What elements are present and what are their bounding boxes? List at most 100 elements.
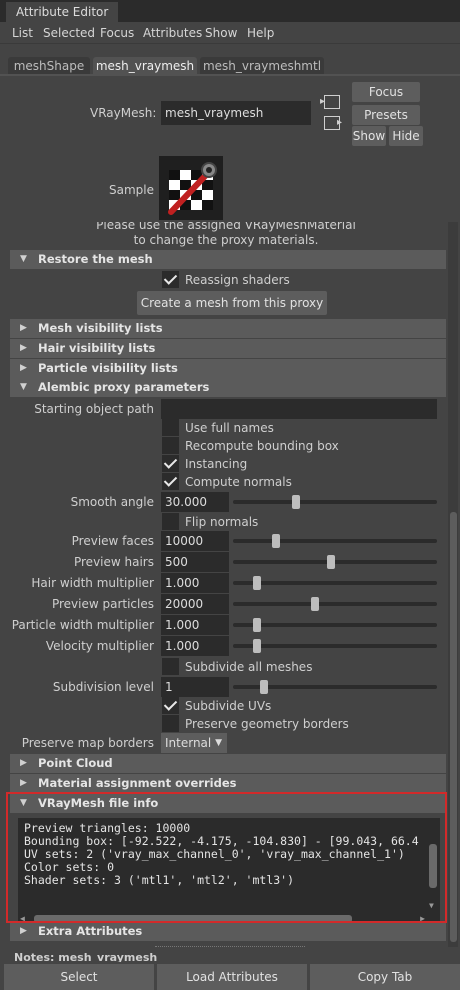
section-mesh-visibility[interactable]: ▶ Mesh visibility lists <box>10 319 446 338</box>
show-button[interactable]: Show <box>352 126 386 146</box>
particle-width-slider[interactable] <box>233 623 437 627</box>
create-mesh-button[interactable]: Create a mesh from this proxy <box>137 291 327 315</box>
select-button[interactable]: Select <box>4 964 154 990</box>
menu-list[interactable]: List <box>12 25 33 41</box>
section-particle-visibility[interactable]: ▶ Particle visibility lists <box>10 359 446 378</box>
reassign-shaders-label: Reassign shaders <box>185 273 290 287</box>
velocity-multiplier-slider-handle[interactable] <box>252 639 261 653</box>
collapsed-arrow-icon: ▶ <box>20 926 27 936</box>
subdivide-all-checkbox[interactable] <box>162 658 179 675</box>
velocity-multiplier-field[interactable]: 1.000 <box>161 636 229 656</box>
proxy-materials-note: Please use the assigned VRayMeshMaterial… <box>6 222 446 248</box>
hair-width-field[interactable]: 1.000 <box>161 573 229 593</box>
node-tabs: meshShape mesh_vraymesh mesh_vraymeshmtl <box>0 55 460 75</box>
tab-mesh-vraymesh[interactable]: mesh_vraymesh <box>93 57 197 75</box>
starting-object-path-field[interactable] <box>161 399 437 419</box>
use-full-names-label: Use full names <box>185 421 274 435</box>
hair-width-label: Hair width multiplier <box>31 576 154 590</box>
preserve-geo-borders-checkbox[interactable] <box>162 715 179 732</box>
flip-normals-checkbox[interactable] <box>162 513 179 530</box>
preserve-map-borders-dropdown[interactable]: Internal ▼ <box>161 733 227 753</box>
preview-faces-label: Preview faces <box>71 534 154 548</box>
window-titlebar: Attribute Editor <box>0 0 460 22</box>
recompute-bbox-checkbox[interactable] <box>162 437 179 454</box>
collapsed-arrow-icon: ▶ <box>20 343 27 353</box>
preview-faces-slider-handle[interactable] <box>272 534 281 548</box>
dropdown-value: Internal <box>165 736 212 750</box>
presets-button[interactable]: Presets <box>352 105 420 125</box>
collapsed-arrow-icon: ▶ <box>20 758 27 768</box>
bottom-buttons: Select Load Attributes Copy Tab <box>0 962 460 990</box>
tab-mesh-vraymeshmtl[interactable]: mesh_vraymeshmtl <box>200 57 324 75</box>
preview-particles-slider-handle[interactable] <box>311 597 320 611</box>
reassign-shaders-checkbox[interactable] <box>162 271 179 288</box>
menu-focus[interactable]: Focus <box>100 25 134 41</box>
section-material-overrides[interactable]: ▶ Material assignment overrides <box>10 774 446 793</box>
menu-bar: List Selected Focus Attributes Show Help <box>0 22 460 44</box>
section-point-cloud[interactable]: ▶ Point Cloud <box>10 754 446 773</box>
particle-width-slider-handle[interactable] <box>252 618 261 632</box>
subdivide-all-label: Subdivide all meshes <box>185 660 313 674</box>
subdivide-uvs-checkbox[interactable] <box>162 697 179 714</box>
subdivide-uvs-label: Subdivide UVs <box>185 699 272 713</box>
preview-hairs-field[interactable]: 500 <box>161 552 229 572</box>
preview-particles-slider[interactable] <box>233 602 437 606</box>
section-alembic-proxy[interactable]: ▼ Alembic proxy parameters <box>10 378 446 397</box>
preview-hairs-label: Preview hairs <box>73 555 154 569</box>
smooth-angle-field[interactable]: 30.000 <box>161 492 229 512</box>
input-connection-icon[interactable]: ▸ <box>320 95 340 109</box>
particle-width-field[interactable]: 1.000 <box>161 615 229 635</box>
instancing-checkbox[interactable] <box>162 455 179 472</box>
smooth-angle-slider-handle[interactable] <box>291 495 300 509</box>
subdivision-level-field[interactable]: 1 <box>161 677 229 697</box>
starting-object-path-label: Starting object path <box>34 402 154 416</box>
section-title: Extra Attributes <box>38 924 143 938</box>
hide-button[interactable]: Hide <box>389 126 423 146</box>
recompute-bbox-label: Recompute bounding box <box>185 439 339 453</box>
collapsed-arrow-icon: ▶ <box>20 363 27 373</box>
menu-show[interactable]: Show <box>205 25 237 41</box>
menu-selected[interactable]: Selected <box>43 25 95 41</box>
node-header: VRayMesh: mesh_vraymesh ▸ ▸ Focus Preset… <box>6 76 450 232</box>
flip-normals-label: Flip normals <box>185 515 259 529</box>
proxy-note-line2: to change the proxy materials. <box>133 233 319 247</box>
menu-attributes[interactable]: Attributes <box>143 25 202 41</box>
compute-normals-checkbox[interactable] <box>162 473 179 490</box>
section-title: Mesh visibility lists <box>38 321 163 335</box>
smooth-angle-slider[interactable] <box>233 500 437 504</box>
chevron-down-icon: ▼ <box>215 738 222 748</box>
smooth-angle-label: Smooth angle <box>70 495 154 509</box>
hair-width-slider-handle[interactable] <box>252 576 261 590</box>
vraymesh-sample-icon <box>168 162 217 215</box>
collapsed-arrow-icon: ▶ <box>20 778 27 788</box>
main-vertical-scrollbar[interactable] <box>448 222 458 947</box>
section-title: Alembic proxy parameters <box>38 380 210 394</box>
preserve-map-borders-label: Preserve map borders <box>21 736 154 750</box>
velocity-multiplier-slider[interactable] <box>233 644 437 648</box>
node-name-field[interactable]: mesh_vraymesh <box>161 101 311 125</box>
hair-width-slider[interactable] <box>233 581 437 585</box>
tab-meshshape[interactable]: meshShape <box>8 57 90 75</box>
section-restore-mesh[interactable]: ▼ Restore the mesh <box>10 250 446 269</box>
preview-faces-slider[interactable] <box>233 539 437 543</box>
divider-handle[interactable] <box>155 946 305 947</box>
use-full-names-checkbox[interactable] <box>162 419 179 436</box>
subdivision-level-slider-handle[interactable] <box>260 680 269 694</box>
focus-button[interactable]: Focus <box>352 82 420 102</box>
particle-width-label: Particle width multiplier <box>11 618 154 632</box>
preview-hairs-slider-handle[interactable] <box>327 555 336 569</box>
section-hair-visibility[interactable]: ▶ Hair visibility lists <box>10 339 446 358</box>
menu-help[interactable]: Help <box>247 25 274 41</box>
section-title: Particle visibility lists <box>38 361 178 375</box>
copy-tab-button[interactable]: Copy Tab <box>310 964 460 990</box>
section-extra-attributes[interactable]: ▶ Extra Attributes <box>10 922 446 941</box>
preview-faces-field[interactable]: 10000 <box>161 531 229 551</box>
output-connection-icon[interactable]: ▸ <box>324 116 342 130</box>
preview-particles-field[interactable]: 20000 <box>161 594 229 614</box>
expanded-arrow-icon: ▼ <box>20 254 27 264</box>
main-vscroll-thumb[interactable] <box>450 512 457 942</box>
load-attributes-button[interactable]: Load Attributes <box>157 964 307 990</box>
sample-swatch[interactable] <box>159 156 223 220</box>
window-title[interactable]: Attribute Editor <box>6 2 119 22</box>
preserve-geo-borders-label: Preserve geometry borders <box>185 717 349 731</box>
